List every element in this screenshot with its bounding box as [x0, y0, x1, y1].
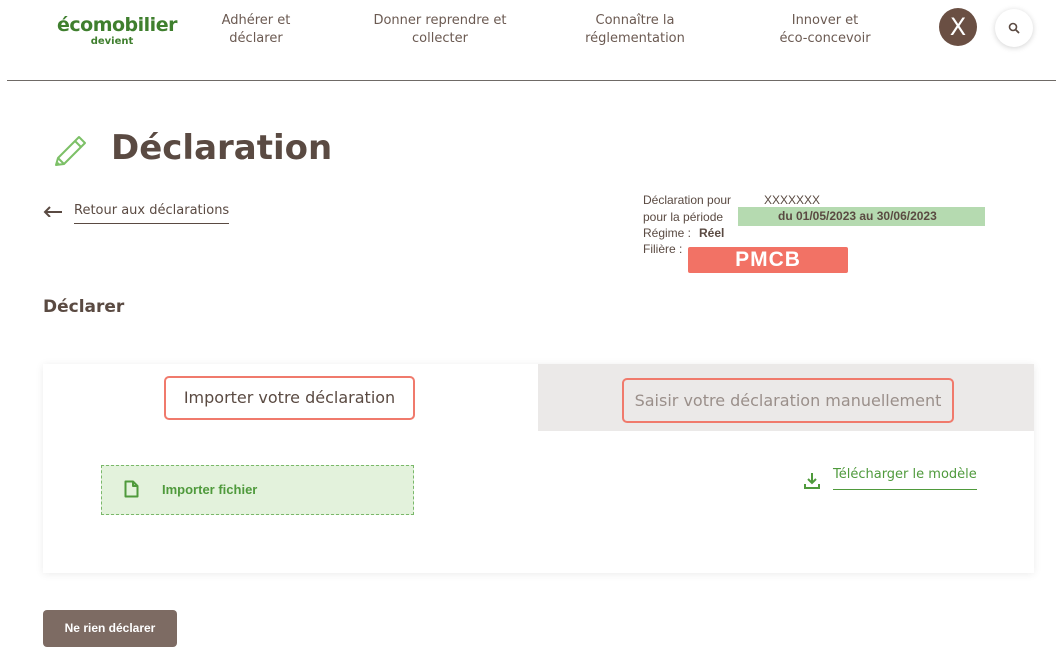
- no-declare-button[interactable]: Ne rien déclarer: [43, 610, 177, 647]
- nav-donner-collecter[interactable]: Donner reprendre et collecter: [355, 12, 525, 48]
- regime-value: Réel: [699, 226, 725, 240]
- back-link-label: Retour aux déclarations: [74, 203, 230, 224]
- page-title: Déclaration: [111, 128, 333, 168]
- pencil-icon: [55, 136, 86, 166]
- tab-import[interactable]: Importer votre déclaration: [164, 376, 415, 420]
- nav-innover[interactable]: Innover et éco-concevoir: [765, 12, 885, 48]
- declaration-card: Importer votre déclaration Saisir votre …: [43, 364, 1034, 573]
- period-label: pour la période: [643, 210, 724, 224]
- nav-adherer-declarer[interactable]: Adhérer et déclarer: [206, 12, 306, 48]
- nav-reglementation[interactable]: Connaître la réglementation: [560, 12, 710, 48]
- period-value: du 01/05/2023 au 30/06/2023: [778, 209, 937, 223]
- regime-label: Régime :: [643, 226, 692, 240]
- tab-manual[interactable]: Saisir votre déclaration manuellement: [622, 378, 954, 423]
- file-icon: [124, 480, 139, 498]
- nav-line: éco-concevoir: [779, 31, 871, 46]
- header-divider: [7, 80, 1056, 81]
- nav-line: réglementation: [585, 31, 685, 46]
- site-header: écomobilier devient Adhérer et déclarer …: [0, 0, 1056, 80]
- logo[interactable]: écomobilier devient: [57, 14, 177, 47]
- filiere-value: PMCB: [735, 248, 801, 271]
- period-highlight: du 01/05/2023 au 30/06/2023: [738, 207, 985, 226]
- nav-line: Connaître la: [595, 13, 675, 28]
- nav-line: Adhérer et: [221, 13, 291, 28]
- nav-line: Donner reprendre et: [373, 13, 507, 28]
- search-button[interactable]: [995, 9, 1033, 47]
- nav-line: collecter: [412, 31, 468, 46]
- nav-line: déclarer: [229, 31, 283, 46]
- logo-subtitle: devient: [90, 36, 134, 47]
- section-title: Déclarer: [43, 297, 125, 317]
- declaration-value: XXXXXXX: [764, 193, 821, 207]
- arrow-left-icon: [43, 206, 62, 217]
- import-file-dropzone[interactable]: Importer fichier: [101, 465, 414, 515]
- user-avatar[interactable]: X: [939, 8, 977, 46]
- download-icon: [804, 473, 820, 489]
- filiere-label: Filière :: [643, 242, 683, 256]
- search-icon: [1008, 22, 1020, 34]
- filiere-badge: PMCB: [688, 247, 848, 273]
- nav-line: Innover et: [791, 13, 859, 28]
- logo-text: écomobilier: [57, 14, 177, 36]
- declaration-label: Déclaration pour: [643, 193, 732, 207]
- download-template-label: Télécharger le modèle: [833, 467, 977, 490]
- import-file-label: Importer fichier: [162, 482, 258, 497]
